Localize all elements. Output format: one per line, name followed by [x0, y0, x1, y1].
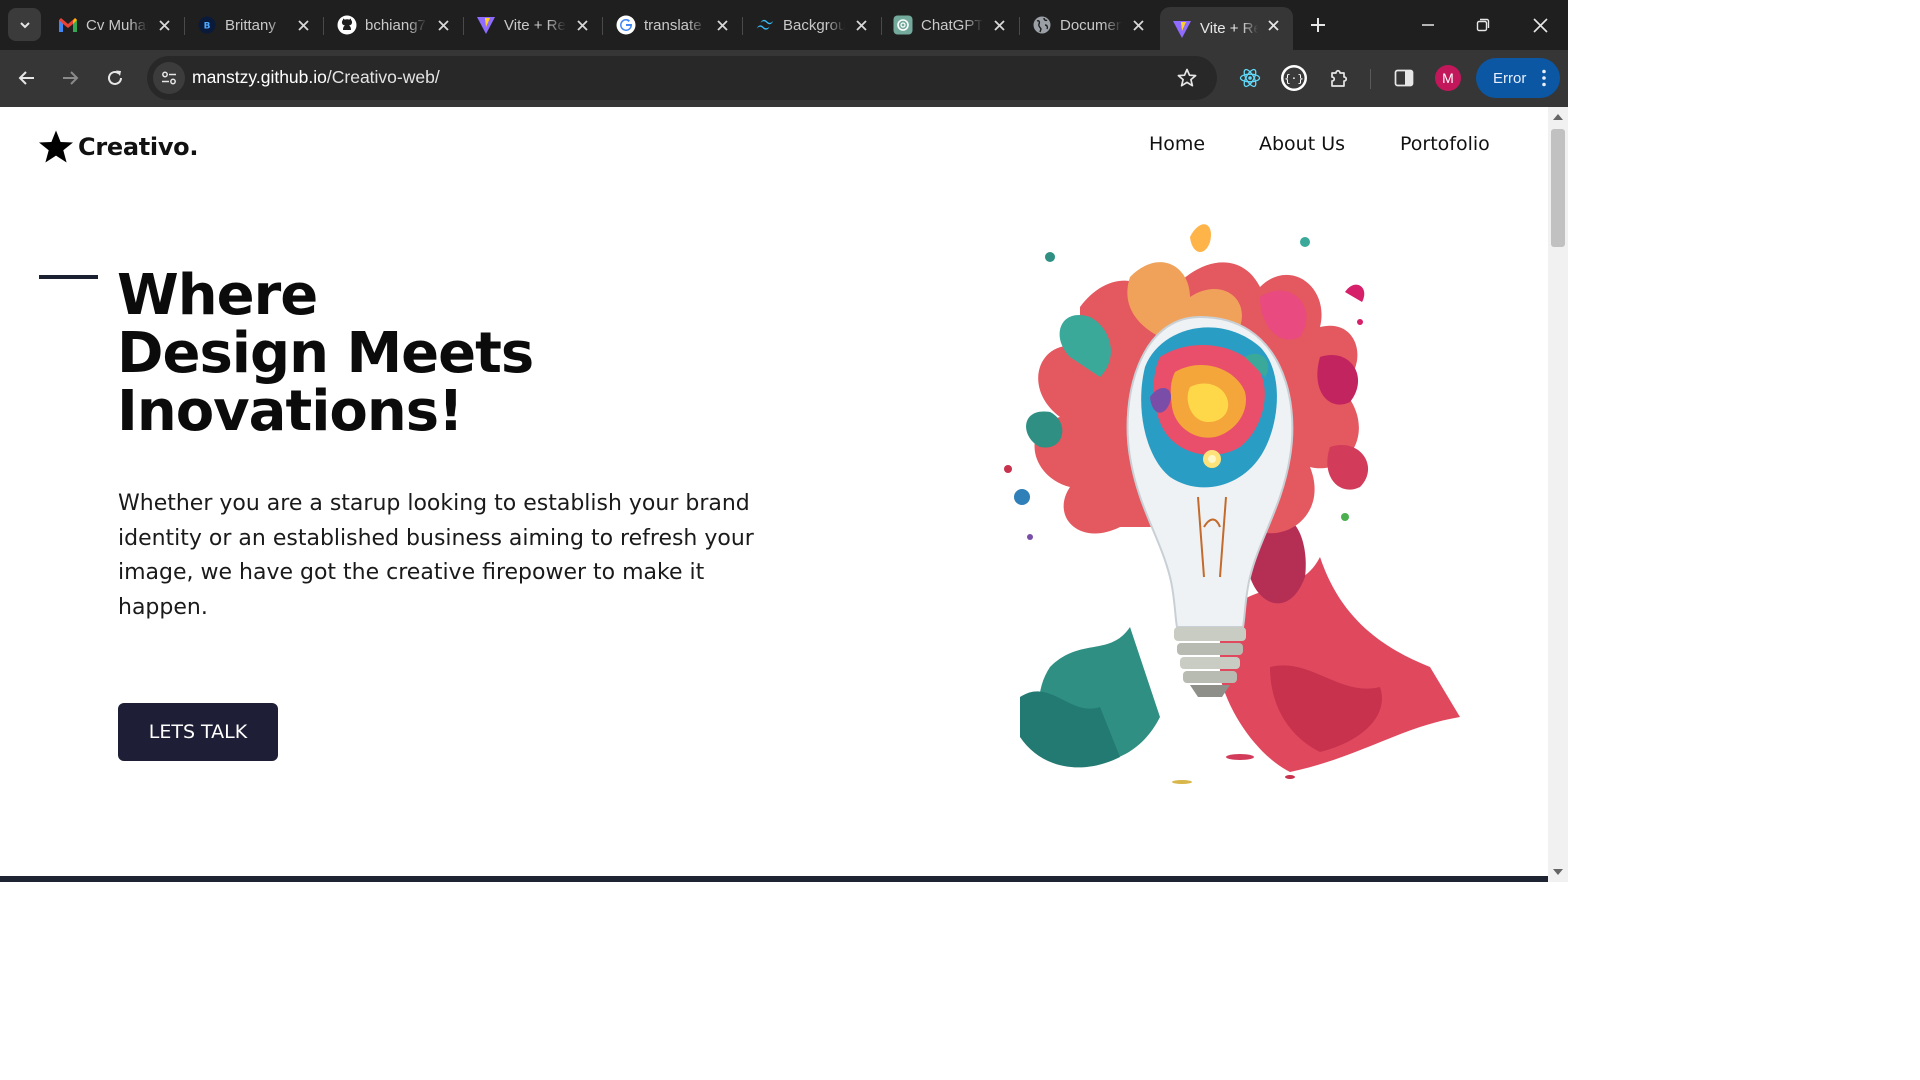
minimize-icon [1422, 24, 1434, 26]
lets-talk-button[interactable]: LETS TALK [118, 703, 278, 761]
braces-icon: {·} [1281, 65, 1307, 91]
hero-title: Where Design Meets Inovations! [117, 267, 817, 441]
tab-gmail[interactable]: Cv Muhammad [46, 7, 185, 43]
tab-title: ChatGPT [921, 16, 983, 34]
close-icon[interactable] [1263, 15, 1283, 35]
logo-text: Creativo. [78, 133, 199, 161]
close-icon[interactable] [851, 15, 871, 35]
svg-text:B: B [204, 22, 211, 32]
close-icon[interactable] [712, 15, 732, 35]
tab-title: Document [1060, 16, 1122, 34]
nav-home[interactable]: Home [1149, 133, 1205, 155]
tab-github[interactable]: bchiang7 [325, 7, 464, 43]
tab-chatgpt[interactable]: ChatGPT [881, 7, 1020, 43]
star-icon [39, 130, 73, 163]
error-button[interactable]: Error [1476, 58, 1560, 98]
site-info-button[interactable] [153, 62, 185, 94]
browser-toolbar: manstzy.github.io/Creativo-web/ {·} M Er… [0, 50, 1568, 107]
extensions-button[interactable] [1325, 64, 1353, 92]
google-icon [616, 15, 636, 35]
url-path: /Creativo-web/ [326, 67, 440, 87]
next-section-edge [0, 876, 1548, 882]
close-icon[interactable] [989, 15, 1009, 35]
hero-accent-line [39, 275, 98, 279]
toolbar-separator [1370, 69, 1371, 89]
hero-title-line: Where [117, 263, 318, 328]
chatgpt-icon [893, 15, 913, 35]
close-icon[interactable] [293, 15, 313, 35]
arrow-left-icon [18, 71, 34, 85]
forward-button[interactable] [56, 64, 84, 92]
tab-title: Cv Muhammad [86, 16, 148, 34]
lightbulb-illustration [1004, 224, 1460, 784]
hero-description: Whether you are a starup looking to esta… [118, 491, 754, 620]
minimize-button[interactable] [1413, 10, 1443, 40]
reload-icon [108, 70, 122, 85]
plus-icon [1310, 17, 1325, 32]
back-button[interactable] [13, 64, 41, 92]
bookmark-button[interactable] [1175, 66, 1199, 90]
tab-strip: Cv Muhammad B Brittany bchiang7 Vite + R… [0, 0, 1568, 50]
close-window-button[interactable] [1525, 10, 1555, 40]
puzzle-icon [1331, 69, 1348, 87]
tailwind-icon [755, 15, 775, 35]
chevron-down-icon [19, 21, 30, 28]
hero-title-line: Design Meets [117, 321, 534, 386]
tab-background[interactable]: Background [743, 7, 882, 43]
scroll-down-arrow[interactable] [1553, 869, 1563, 875]
tab-translate[interactable]: translate [604, 7, 743, 43]
close-icon[interactable] [572, 15, 592, 35]
tab-title: translate [644, 16, 702, 34]
tab-title: Vite + React [1200, 20, 1258, 37]
tab-vite-1[interactable]: Vite + React [464, 7, 603, 43]
error-label: Error [1493, 69, 1527, 87]
gmail-icon [58, 15, 78, 35]
tune-icon [162, 71, 176, 85]
svg-text:{·}: {·} [1284, 72, 1304, 85]
close-icon[interactable] [154, 15, 174, 35]
tab-brittany[interactable]: B Brittany [185, 7, 324, 43]
url-host: manstzy.github.io [192, 67, 327, 87]
site-logo[interactable]: Creativo. [38, 129, 198, 165]
tab-vite-active[interactable]: Vite + React [1160, 7, 1293, 50]
scroll-up-arrow[interactable] [1553, 114, 1563, 120]
vite-icon [1172, 19, 1192, 39]
url-text: manstzy.github.io/Creativo-web/ [192, 67, 440, 88]
tab-title: Vite + React [504, 16, 566, 34]
restore-button[interactable] [1468, 10, 1498, 40]
tab-separator [323, 17, 324, 35]
reload-button[interactable] [101, 64, 129, 92]
tab-separator [602, 17, 603, 35]
nav-portofolio[interactable]: Portofolio [1400, 133, 1490, 155]
react-icon [1239, 68, 1261, 88]
more-vert-icon [1542, 69, 1546, 87]
side-panel-button[interactable] [1390, 64, 1418, 92]
tab-title: Brittany [225, 16, 276, 34]
restore-icon [1476, 18, 1490, 32]
nav-about-us[interactable]: About Us [1259, 133, 1345, 155]
web-page: Creativo. Home About Us Portofolio Where… [0, 107, 1548, 882]
close-icon [1532, 17, 1548, 33]
vite-icon [476, 15, 496, 35]
close-icon[interactable] [433, 15, 453, 35]
side-panel-icon [1394, 69, 1414, 87]
tab-document[interactable]: Document [1020, 7, 1158, 43]
react-devtools-extension[interactable] [1236, 64, 1264, 92]
github-icon [337, 15, 357, 35]
profile-avatar[interactable]: M [1435, 65, 1461, 91]
tab-title: Background [783, 16, 845, 34]
hero-title-line: Inovations! [117, 379, 464, 444]
close-icon[interactable] [1128, 15, 1148, 35]
tab-search-button[interactable] [8, 8, 41, 41]
globe-icon [1032, 15, 1052, 35]
address-bar[interactable]: manstzy.github.io/Creativo-web/ [147, 56, 1217, 100]
page-scrollbar[interactable] [1548, 107, 1568, 882]
json-extension[interactable]: {·} [1280, 64, 1308, 92]
new-tab-button[interactable] [1305, 12, 1330, 37]
b-icon: B [197, 15, 217, 35]
scroll-thumb[interactable] [1551, 129, 1565, 247]
arrow-right-icon [63, 71, 79, 85]
star-outline-icon [1177, 68, 1197, 87]
tab-title: bchiang7 [365, 16, 426, 34]
